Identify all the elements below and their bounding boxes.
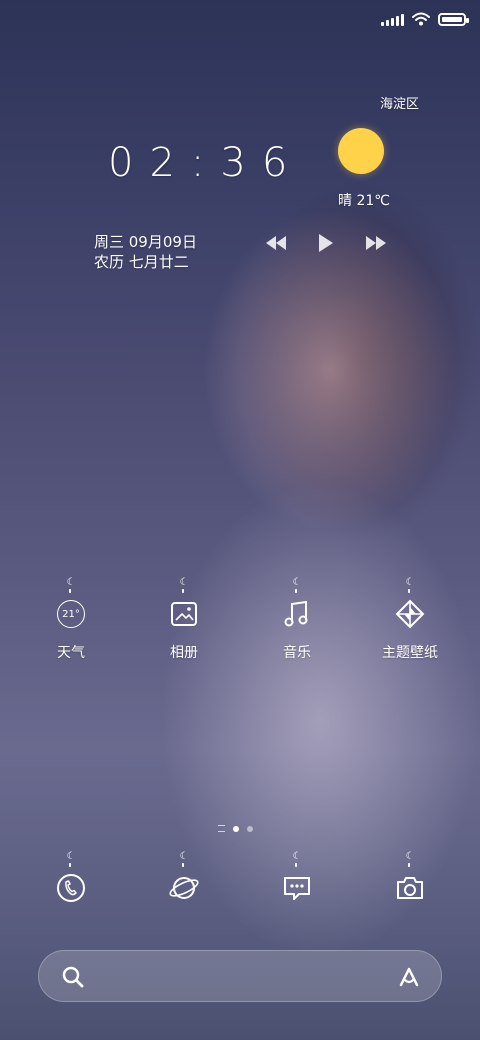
- wifi-icon: [412, 12, 430, 26]
- moon-decoration-icon: ☾: [179, 577, 189, 588]
- assistant-a-icon[interactable]: [397, 965, 421, 989]
- status-bar: [381, 12, 469, 26]
- messages-icon: [279, 870, 315, 906]
- dock-phone[interactable]: ☾: [26, 852, 116, 906]
- app-label-weather: 天气: [57, 645, 85, 661]
- clock-date: 周三 09月09日 农历 七月廿二: [94, 232, 197, 272]
- weather-temp-badge: 21°: [57, 600, 85, 628]
- phone-icon: [53, 870, 89, 906]
- dotted-string: [295, 863, 299, 867]
- gallery-icon: [166, 596, 202, 632]
- dotted-string: [408, 863, 412, 867]
- dotted-string: [69, 589, 73, 593]
- signal-bars-icon: [381, 12, 404, 26]
- clock-time[interactable]: 02:36: [108, 140, 303, 186]
- sun-icon[interactable]: [338, 128, 384, 174]
- app-weather[interactable]: ☾ 21° 天气: [26, 578, 116, 662]
- moon-decoration-icon: ☾: [405, 577, 415, 588]
- battery-full-icon: [438, 12, 469, 26]
- dotted-string: [182, 589, 186, 593]
- app-gallery[interactable]: ☾ 相册: [139, 578, 229, 662]
- lunar-date-line: 农历 七月廿二: [94, 253, 189, 271]
- dotted-string: [295, 589, 299, 593]
- app-label-gallery: 相册: [170, 645, 198, 661]
- page-indicator-menu: [218, 825, 225, 832]
- weather-temp-icon: 21°: [53, 596, 89, 632]
- search-bar[interactable]: [38, 950, 442, 1002]
- moon-decoration-icon: ☾: [66, 851, 76, 862]
- search-icon[interactable]: [61, 965, 85, 989]
- dock-messages[interactable]: ☾: [252, 852, 342, 906]
- weather-district[interactable]: 海淀区: [380, 93, 419, 112]
- page-dot: [247, 825, 253, 832]
- fast-forward-icon[interactable]: [364, 236, 388, 250]
- dotted-string: [408, 589, 412, 593]
- page-dot-current: [233, 825, 239, 832]
- date-line: 周三 09月09日: [94, 233, 197, 251]
- moon-decoration-icon: ☾: [179, 851, 189, 862]
- app-themes[interactable]: ☾ 主题壁纸: [365, 578, 455, 662]
- dock-browser[interactable]: ☾: [139, 852, 229, 906]
- music-controls: [264, 234, 388, 252]
- app-label-music: 音乐: [283, 645, 311, 661]
- music-note-icon: [279, 596, 315, 632]
- weather-condition-temp[interactable]: 晴 21℃: [338, 190, 390, 210]
- page-indicator[interactable]: [218, 825, 253, 832]
- moon-decoration-icon: ☾: [405, 851, 415, 862]
- dock-camera[interactable]: ☾: [365, 852, 455, 906]
- rewind-icon[interactable]: [264, 236, 288, 250]
- dotted-string: [69, 863, 73, 867]
- browser-planet-icon: [166, 870, 202, 906]
- moon-decoration-icon: ☾: [66, 577, 76, 588]
- moon-decoration-icon: ☾: [292, 851, 302, 862]
- app-music[interactable]: ☾ 音乐: [252, 578, 342, 662]
- play-icon[interactable]: [318, 234, 334, 252]
- theme-icon: [392, 596, 428, 632]
- app-label-themes: 主题壁纸: [382, 645, 438, 661]
- dotted-string: [182, 863, 186, 867]
- camera-icon: [392, 870, 428, 906]
- moon-decoration-icon: ☾: [292, 577, 302, 588]
